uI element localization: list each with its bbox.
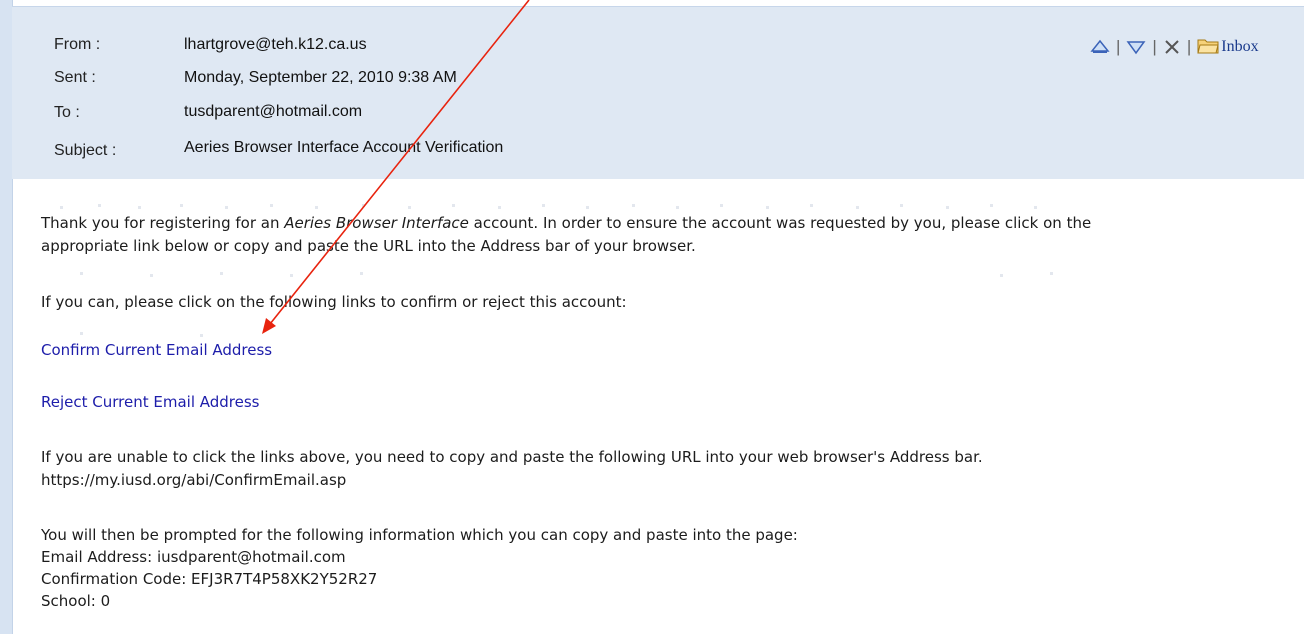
folder-icon [1197,36,1219,59]
toolbar-separator: | [1116,37,1121,56]
sent-value: Monday, September 22, 2010 9:38 AM [184,69,457,86]
subject-value: Aeries Browser Interface Account Verific… [184,139,504,156]
message-header: From : lhartgrove@teh.k12.ca.us Sent : M… [12,6,1304,179]
up-arrow-icon[interactable] [1090,39,1110,55]
intro-line-2: appropriate link below or copy and paste… [41,237,696,255]
from-value[interactable]: lhartgrove@teh.k12.ca.us [184,36,367,54]
message-toolbar: | | | Inbox [1090,35,1259,59]
intro-text-a: Thank you for registering for an [41,214,285,232]
from-label: From : [54,36,101,53]
inbox-label: Inbox [1221,38,1259,55]
prompted-text: You will then be prompted for the follow… [41,526,798,544]
confirm-url[interactable]: https://my.iusd.org/abi/ConfirmEmail.asp [41,469,346,491]
intro-line-1: Thank you for registering for an Aeries … [41,212,1091,234]
email-address-line: Email Address: iusdparent@hotmail.com [41,548,346,566]
toolbar-separator: | [1186,37,1192,56]
sent-label: Sent : [54,69,96,86]
product-name: Aeries Browser Interface [284,214,469,232]
to-label: To : [54,104,80,121]
links-prompt: If you can, please click on the followin… [41,293,627,311]
confirmation-code-line: Confirmation Code: EFJ3R7T4P58XK2Y52R27 [41,570,378,588]
inbox-link[interactable]: Inbox [1197,36,1259,59]
subject-label: Subject : [54,142,117,159]
intro-text-b: account. In order to ensure the account … [468,214,1092,232]
confirm-email-link[interactable]: Confirm Current Email Address [41,341,272,359]
toolbar-separator: | [1152,37,1157,56]
down-arrow-icon[interactable] [1126,39,1146,55]
school-line: School: 0 [41,592,111,610]
to-value[interactable]: tusdparent@hotmail.com [184,103,362,121]
reject-email-link[interactable]: Reject Current Email Address [41,393,260,411]
unable-instruction: If you are unable to click the links abo… [41,448,983,466]
close-icon[interactable] [1163,38,1181,56]
